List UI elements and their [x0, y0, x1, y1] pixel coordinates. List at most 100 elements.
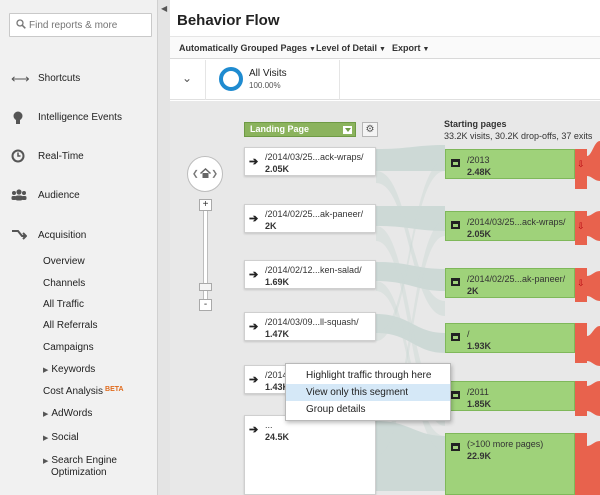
segment-bar: ⌄ All Visits 100.00%: [170, 60, 600, 100]
right-arrow-icon: ➔: [249, 374, 259, 386]
subnav-search-engine-optimization[interactable]: ▶ Search Engine Optimization: [43, 455, 117, 478]
search-box[interactable]: [9, 13, 152, 37]
search-input[interactable]: [29, 17, 149, 33]
right-arrow-icon: ➔: [249, 156, 259, 168]
toolbar: Automatically Grouped Pages ▼ Level of De…: [170, 36, 600, 59]
zoom-in-button[interactable]: +: [199, 199, 212, 211]
node-value: 1.47K: [265, 329, 290, 339]
expand-triangle-icon: ▶: [43, 411, 49, 418]
right-arrow-icon: ➔: [249, 269, 259, 281]
menu-item-view-segment[interactable]: View only this segment: [286, 384, 450, 401]
pan-right-icon[interactable]: ❯: [211, 169, 218, 178]
subnav-keywords[interactable]: ▶ Keywords: [43, 364, 95, 375]
landing-node[interactable]: ➔ /2014/02/25...ak-paneer/ 2K: [244, 204, 376, 233]
page-icon: [451, 159, 460, 167]
zoom-slider-track[interactable]: [203, 206, 208, 306]
node-title: /2014/03/09...ll-squash/: [265, 317, 359, 327]
page-icon: [451, 443, 460, 451]
landing-node-other[interactable]: ➔ ... 24.5K: [244, 415, 376, 495]
node-title: /2014/02/12...ken-salad/: [265, 265, 362, 275]
caret-down-icon: ▼: [309, 46, 316, 53]
grouped-pages-dropdown[interactable]: Automatically Grouped Pages ▼: [179, 43, 316, 53]
segment-ring-icon: [219, 67, 243, 91]
sidebar: ⟷ Shortcuts Intelligence Events Real-Tim…: [0, 0, 165, 495]
starting-pages-header: Starting pages 33.2K visits, 30.2K drop-…: [444, 119, 592, 141]
flow-canvas[interactable]: ❮ ❯ + - Landing Page ⚙ ➔ /2014/03/25...a…: [170, 101, 600, 495]
page-node[interactable]: /2014/03/25...ack-wraps/ 2.05K: [445, 211, 575, 241]
zoom-slider-thumb[interactable]: [199, 283, 212, 291]
acquisition-arrows-icon: [11, 228, 28, 244]
dropoff-bar[interactable]: ⇩: [575, 211, 587, 245]
node-title: /2014/02/25...ak-paneer/: [265, 209, 364, 219]
landing-node[interactable]: ➔ /2014/02/12...ken-salad/ 1.69K: [244, 260, 376, 289]
page-node[interactable]: /2011 1.85K: [445, 381, 575, 411]
nav-acquisition[interactable]: Acquisition: [0, 226, 157, 246]
node-title: /: [467, 329, 470, 339]
people-icon: [11, 188, 27, 204]
node-title: /2014/03/25...ack-wraps/: [265, 152, 364, 162]
page-node[interactable]: / 1.93K: [445, 323, 575, 353]
export-dropdown[interactable]: Export ▼: [392, 43, 429, 53]
subnav-cost-analysis[interactable]: Cost Analysis BETA: [43, 386, 124, 397]
subnav-all-referrals[interactable]: All Referrals: [43, 320, 97, 331]
dropoff-bar[interactable]: ⇩: [575, 149, 587, 189]
menu-item-group-details[interactable]: Group details: [286, 401, 450, 418]
dropoff-arrow-icon: ⇩: [577, 278, 585, 288]
menu-item-highlight-traffic[interactable]: Highlight traffic through here: [286, 367, 450, 384]
page-icon: [451, 333, 460, 341]
expand-triangle-icon: ▶: [43, 367, 49, 374]
column-stats: 33.2K visits, 30.2K drop-offs, 37 exits: [444, 131, 593, 141]
node-title: /2014/02/25...ak-paneer/: [467, 274, 566, 284]
pan-control[interactable]: ❮ ❯: [187, 156, 223, 192]
page-node-other[interactable]: (>100 more pages) 22.9K: [445, 433, 575, 495]
zoom-out-button[interactable]: -: [199, 299, 212, 311]
subnav-overview[interactable]: Overview: [43, 256, 85, 267]
page-node[interactable]: /2014/02/25...ak-paneer/ 2K: [445, 268, 575, 298]
nav-audience[interactable]: Audience: [0, 186, 157, 206]
column-title: Starting pages: [444, 119, 507, 129]
expand-triangle-icon: ▶: [43, 458, 49, 465]
right-arrow-icon: ➔: [249, 321, 259, 333]
dimension-select[interactable]: Landing Page: [244, 122, 356, 137]
node-value: 1.93K: [467, 341, 492, 351]
home-icon[interactable]: [199, 167, 212, 180]
nav-label: Acquisition: [38, 230, 87, 241]
subnav-campaigns[interactable]: Campaigns: [43, 342, 94, 353]
segment-expand-toggle[interactable]: ⌄: [170, 60, 206, 100]
pan-left-icon[interactable]: ❮: [192, 169, 199, 178]
collapse-arrow-icon: ◀: [161, 4, 168, 13]
nav-real-time[interactable]: Real-Time: [0, 147, 157, 167]
right-arrow-icon: ➔: [249, 424, 259, 436]
caret-down-icon: ▼: [379, 46, 386, 53]
segment-chip[interactable]: All Visits 100.00%: [207, 60, 340, 100]
search-icon: [16, 19, 26, 29]
subnav-channels[interactable]: Channels: [43, 278, 85, 289]
nav-label: Shortcuts: [38, 73, 81, 84]
sidebar-collapse-toggle[interactable]: ◀: [157, 0, 170, 495]
nav-intelligence-events[interactable]: Intelligence Events: [0, 108, 157, 128]
dropoff-bar[interactable]: [575, 323, 587, 363]
nav-label: Real-Time: [38, 151, 84, 162]
dropoff-arrow-icon: ⇩: [577, 221, 585, 231]
node-title: /2013: [467, 155, 490, 165]
node-value: 1.69K: [265, 277, 290, 287]
landing-node[interactable]: ➔ /2014/03/09...ll-squash/ 1.47K: [244, 312, 376, 341]
subnav-all-traffic[interactable]: All Traffic: [43, 299, 84, 310]
dropoff-bar[interactable]: [575, 433, 587, 495]
context-menu: Highlight traffic through here View only…: [285, 363, 451, 421]
page-node[interactable]: /2013 2.48K: [445, 149, 575, 179]
landing-node[interactable]: ➔ /2014/03/25...ack-wraps/ 2.05K: [244, 147, 376, 176]
gear-icon[interactable]: ⚙: [362, 122, 378, 137]
dropoff-bar[interactable]: ⇩: [575, 268, 587, 302]
subnav-social[interactable]: ▶ Social: [43, 432, 79, 443]
node-value: 2K: [467, 286, 479, 296]
dropoff-bar[interactable]: [575, 381, 587, 416]
level-of-detail-dropdown[interactable]: Level of Detail ▼: [316, 43, 386, 53]
subnav-adwords[interactable]: ▶ AdWords: [43, 408, 92, 419]
shortcut-arrows-icon: ⟷: [11, 71, 30, 86]
lightbulb-icon: [11, 110, 27, 126]
nav-shortcuts[interactable]: ⟷ Shortcuts: [0, 69, 157, 89]
nav-label: Audience: [38, 190, 80, 201]
node-value: 2K: [265, 221, 277, 231]
beta-badge: BETA: [105, 386, 124, 393]
